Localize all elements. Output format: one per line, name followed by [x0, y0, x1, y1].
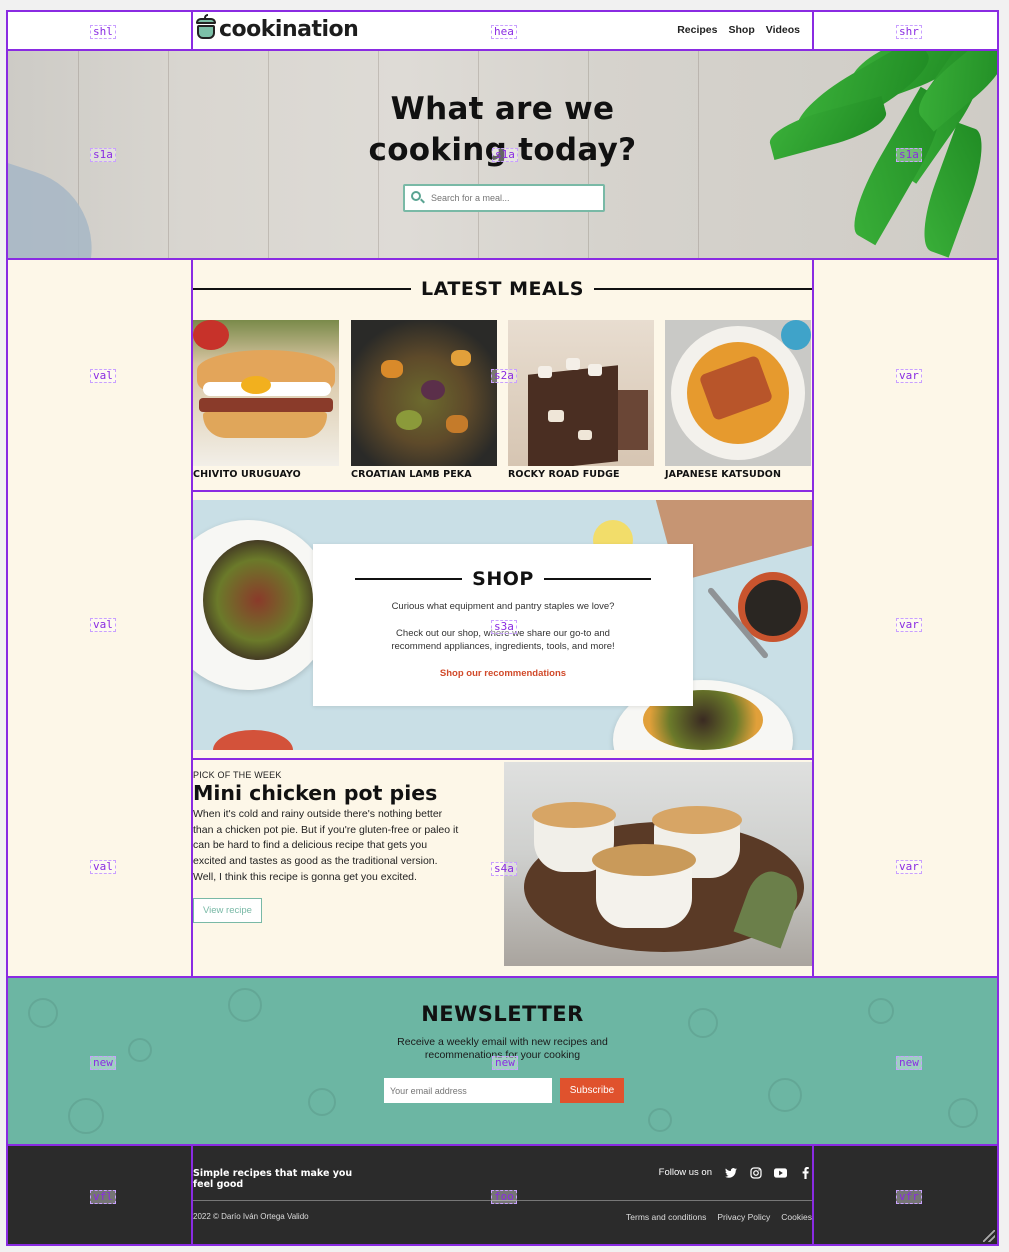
- meal-title[interactable]: ROCKY ROAD FUDGE: [508, 469, 654, 480]
- grid-label: shl: [90, 25, 116, 39]
- main-nav: Recipes Shop Videos: [677, 24, 800, 36]
- grid-cell-vfl: vfl: [6, 1144, 193, 1246]
- pick-description: When it's cold and rainy outside there's…: [193, 808, 459, 883]
- pot-logo-icon: [195, 14, 217, 42]
- view-recipe-button[interactable]: View recipe: [193, 897, 262, 923]
- latest-meals-heading: LATEST MEALS: [193, 278, 813, 300]
- grid-label: s1a: [492, 148, 518, 162]
- footer-links: Terms and conditions Privacy Policy Cook…: [626, 1212, 812, 1222]
- subscribe-button[interactable]: Subscribe: [560, 1078, 624, 1103]
- meal-image: [665, 320, 811, 466]
- grid-label: s4a: [491, 862, 517, 876]
- shop-intro: Curious what equipment and pantry staple…: [391, 601, 615, 612]
- hero-section: What are we cooking today? s1a s1a s1a: [6, 49, 999, 260]
- nav-item-recipes[interactable]: Recipes: [677, 24, 717, 36]
- meal-title[interactable]: JAPANESE KATSUDON: [665, 469, 811, 480]
- grid-cell-vfr: vfr: [812, 1144, 999, 1246]
- facebook-icon[interactable]: [799, 1166, 812, 1179]
- grid-label: vfr: [896, 1190, 922, 1204]
- resize-grip-icon[interactable]: [983, 1230, 995, 1242]
- search-icon: [411, 191, 425, 205]
- brand-name: cookination: [219, 16, 359, 42]
- shop-section: SHOP Curious what equipment and pantry s…: [191, 490, 814, 760]
- latest-meals-section: LATEST MEALS CHIVITO URUGUAYO CROATIAN L…: [191, 258, 814, 492]
- instagram-icon[interactable]: [749, 1166, 762, 1179]
- grid-label: var: [896, 369, 922, 383]
- pot-pies-image: [504, 762, 812, 966]
- shop-heading: SHOP: [313, 568, 693, 590]
- copyright-text: 2022 © Darío Iván Ortega Valido: [193, 1212, 309, 1221]
- cookies-link[interactable]: Cookies: [781, 1212, 812, 1222]
- grid-cell-val: val: [6, 490, 193, 760]
- grid-label: shr: [896, 25, 922, 39]
- grid-label: new: [896, 1056, 922, 1070]
- follow-label: Follow us on: [658, 1167, 712, 1178]
- grid-cell-val: val: [6, 258, 193, 492]
- grid-label: s1a: [896, 148, 922, 162]
- newsletter-title: NEWSLETTER: [421, 1002, 584, 1026]
- shop-recommendations-link[interactable]: Shop our recommendations: [440, 668, 566, 679]
- search-input[interactable]: [431, 193, 601, 203]
- meal-card[interactable]: ROCKY ROAD FUDGE: [508, 320, 654, 480]
- newsletter-section: NEWSLETTER Receive a weekly email with n…: [6, 976, 999, 1146]
- grid-label: val: [90, 369, 116, 383]
- grid-label: s2a: [491, 369, 517, 383]
- pick-title: Mini chicken pot pies: [193, 781, 438, 805]
- grid-label: var: [896, 860, 922, 874]
- meal-title[interactable]: CHIVITO URUGUAYO: [193, 469, 339, 480]
- site-footer: Simple recipes that make you feel good F…: [191, 1144, 814, 1246]
- grid-label: vfl: [90, 1190, 116, 1204]
- grid-cell-var: var: [812, 258, 999, 492]
- meal-card[interactable]: CHIVITO URUGUAYO: [193, 320, 339, 480]
- grid-label: var: [896, 618, 922, 632]
- grid-cell-val: val: [6, 758, 193, 978]
- grid-cell-var: var: [812, 758, 999, 978]
- email-field[interactable]: [384, 1078, 552, 1103]
- social-links: Follow us on: [659, 1166, 812, 1179]
- search-box[interactable]: [403, 184, 605, 212]
- hero-title-line-1: What are we: [390, 91, 615, 127]
- pick-text-block: PICK OF THE WEEK Mini chicken pot pies W…: [193, 770, 463, 923]
- grid-label: foo: [491, 1190, 517, 1204]
- meal-image: [351, 320, 497, 466]
- meal-title[interactable]: CROATIAN LAMB PEKA: [351, 469, 497, 480]
- grid-cell-shr: shr: [812, 10, 999, 51]
- shop-text-line: recommend appliances, ingredients, tools…: [391, 641, 615, 652]
- grid-cell-shl: shl: [6, 10, 193, 51]
- newsletter-form: Subscribe: [384, 1078, 624, 1103]
- section-title: LATEST MEALS: [421, 278, 584, 300]
- site-header: cookination hea Recipes Shop Videos: [191, 10, 814, 51]
- grid-label: s1a: [90, 148, 116, 162]
- newsletter-desc-line: Receive a weekly email with new recipes …: [397, 1036, 608, 1048]
- pick-tag: PICK OF THE WEEK: [193, 770, 282, 780]
- twitter-icon[interactable]: [724, 1166, 737, 1179]
- grid-label: val: [90, 860, 116, 874]
- grid-cell-var: var: [812, 490, 999, 760]
- pick-of-week-section: PICK OF THE WEEK Mini chicken pot pies W…: [191, 758, 814, 978]
- terms-link[interactable]: Terms and conditions: [626, 1212, 706, 1222]
- grid-label: new: [492, 1056, 518, 1070]
- nav-item-shop[interactable]: Shop: [729, 24, 755, 36]
- grid-label: val: [90, 618, 116, 632]
- section-title: SHOP: [472, 568, 534, 590]
- grid-label: hea: [491, 25, 517, 39]
- grid-label: s3a: [491, 620, 517, 634]
- grid-label: new: [90, 1056, 116, 1070]
- meal-image: [508, 320, 654, 466]
- meal-card[interactable]: CROATIAN LAMB PEKA: [351, 320, 497, 480]
- footer-tagline: Simple recipes that make you feel good: [193, 1168, 353, 1190]
- privacy-policy-link[interactable]: Privacy Policy: [717, 1212, 770, 1222]
- youtube-icon[interactable]: [774, 1166, 787, 1179]
- meal-image: [193, 320, 339, 466]
- meal-card[interactable]: JAPANESE KATSUDON: [665, 320, 811, 480]
- nav-item-videos[interactable]: Videos: [766, 24, 800, 36]
- brand-logo[interactable]: cookination: [195, 14, 359, 42]
